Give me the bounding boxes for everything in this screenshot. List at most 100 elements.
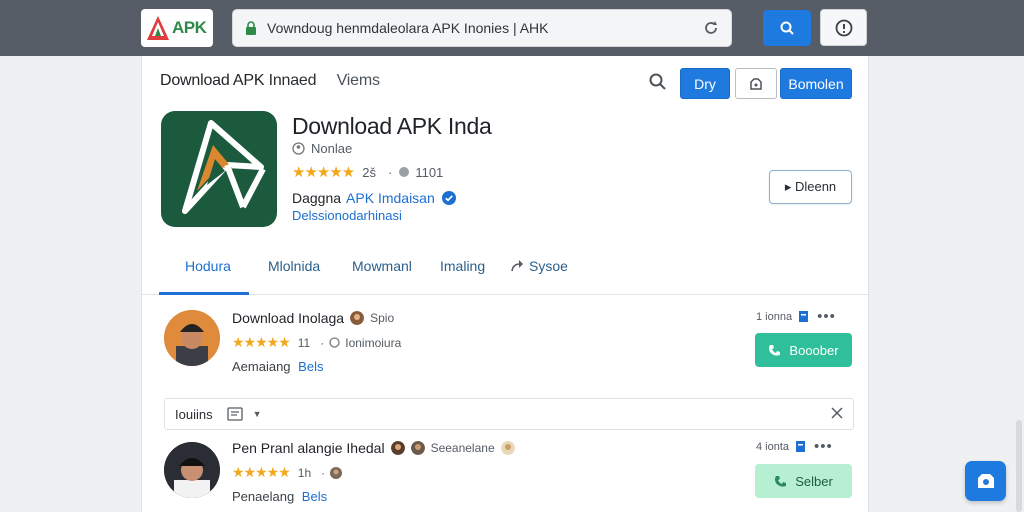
verified-icon [441,191,456,205]
tab-rating[interactable]: Imaling [440,258,485,274]
rating-count: 2š [362,164,376,180]
nav-link-views[interactable]: Viems [337,72,380,89]
star-rating: ★★★★★ [232,464,291,480]
logo-text: APK [172,18,207,37]
chevron-down-icon[interactable]: ▼ [253,409,262,419]
search-icon [780,21,794,35]
phone-icon [769,344,781,356]
tab-download[interactable]: Mowmanl [352,258,412,274]
page-header: Download APK Innaed Viems Dry Bomolen [142,56,870,108]
app-logo-icon [182,120,266,214]
dot-separator: · [387,164,393,180]
entry-meta-label: Penaelang [232,489,295,504]
user-avatar-icon [330,466,343,479]
avatar [164,310,220,366]
file-icon[interactable] [795,440,806,453]
floating-action-button[interactable] [965,461,1006,501]
apk-logo-icon [147,16,169,40]
entry-title-text[interactable]: Download Inolaga [232,310,344,326]
list-item[interactable]: Download Inolaga Spio ★★★★★ 11 · Ionimoi… [142,304,870,384]
site-title-sub: Innaed [268,72,317,89]
entry-actions: 4 ionta ••• [756,439,833,454]
download-button[interactable]: Bomolen [780,68,852,99]
bookmark-icon [750,77,762,90]
list-item[interactable]: Pen Pranl alangie Ihedal Seeanelane ★★★★… [142,434,870,512]
developer-line: Daggna APK Imdaisan [292,190,456,206]
document-icon[interactable] [226,407,243,421]
details-button[interactable]: ▸ Dleenn [769,170,852,204]
user-avatar-icon [500,441,515,455]
address-bar[interactable]: Vowndoug henmdaleolara APK Inonies | AHK [232,9,732,47]
entry-meta: Aemaiang Bels [232,359,323,374]
app-rating: ★★★★★ 2š · 1101 [292,163,443,181]
primary-button[interactable]: Dry [680,68,730,99]
close-icon[interactable] [831,407,843,419]
entry-title-text[interactable]: Pen Pranl alangie Ihedal [232,440,385,456]
developer-prefix: Daggna [292,190,342,206]
install-button[interactable]: Booober [755,333,852,367]
info-button[interactable] [820,9,867,46]
dot-separator: · [321,465,326,480]
more-options-icon[interactable]: ••• [817,309,836,324]
entry-meta-link[interactable]: Bels [298,359,323,374]
entry-meta-label: Aemaiang [232,359,291,374]
developer-subtitle[interactable]: Delssionodarhinasi [292,208,402,223]
entry-count: 1h [297,465,312,480]
tab-home[interactable]: Hodura [185,258,231,274]
search-icon[interactable] [648,72,668,92]
tab-media[interactable]: Mlolnida [268,258,320,274]
entry-title: Pen Pranl alangie Ihedal Seeanelane [232,440,515,456]
developer-name[interactable]: APK Imdaisan [346,190,435,206]
app-page: Download APK Innaed Viems Dry Bomolen Do… [141,56,870,512]
user-icon [292,142,305,155]
star-rating: ★★★★★ [232,334,291,350]
entry-meta-link[interactable]: Bels [302,489,327,504]
more-options-icon[interactable]: ••• [814,439,833,454]
bookmark-button[interactable] [735,68,777,99]
install-button-label: Booober [789,342,839,358]
entry-right-label: 4 ionta [756,440,790,453]
app-icon [161,111,277,227]
filter-label: Iouiins [175,406,213,422]
url-text[interactable]: Vowndoug henmdaleolara APK Inonies | AHK [267,20,703,36]
entry-rating: ★★★★★ 11 · Ionimoiura [232,334,401,351]
entry-tag: Spio [370,311,395,325]
download-count: 1101 [415,164,444,180]
download-count-icon [399,167,410,177]
avatar-image [164,310,220,366]
location-icon [329,337,340,348]
user-avatar-icon [350,311,365,325]
entry-meta: Penaelang Bels [232,489,327,504]
phone-icon [775,475,787,487]
entry-right-label: 1 ionna [756,310,793,323]
user-avatar-icon [410,441,425,455]
app-name: Download APK Inda [292,113,492,139]
entry-location: Ionimoiura [345,335,402,350]
install-button[interactable]: Selber [755,464,852,498]
lock-icon [246,21,256,35]
active-tab-indicator [159,292,249,295]
file-icon[interactable] [798,310,809,323]
avatar-image [164,442,220,498]
search-button[interactable] [763,10,811,46]
scrollbar[interactable] [1016,420,1022,512]
site-title: Download APK Innaed Viems [160,72,380,90]
reload-icon[interactable] [703,20,719,36]
entry-actions: 1 ionna ••• [756,309,836,324]
app-sub-label: Nonlae [292,141,352,156]
primary-button-label: Dry [694,75,716,92]
user-avatar-icon [390,441,405,455]
entry-tag: Seeanelane [430,441,495,455]
browser-toolbar: APK Vowndoug henmdaleolara APK Inonies |… [0,0,1024,56]
install-button-label: Selber [795,473,833,489]
entry-count: 11 [297,335,311,350]
share-icon [511,260,523,272]
tab-share[interactable]: Sysoe [510,258,568,274]
star-rating: ★★★★★ [292,164,355,181]
app-sub-text: Nonlae [311,141,353,156]
avatar [164,442,220,498]
apk-logo[interactable]: APK [141,9,213,47]
filter-bar[interactable]: Iouiins ▼ [164,398,854,430]
tab-share-label: Sysoe [529,258,568,274]
entry-rating: ★★★★★ 1h · [232,464,343,481]
